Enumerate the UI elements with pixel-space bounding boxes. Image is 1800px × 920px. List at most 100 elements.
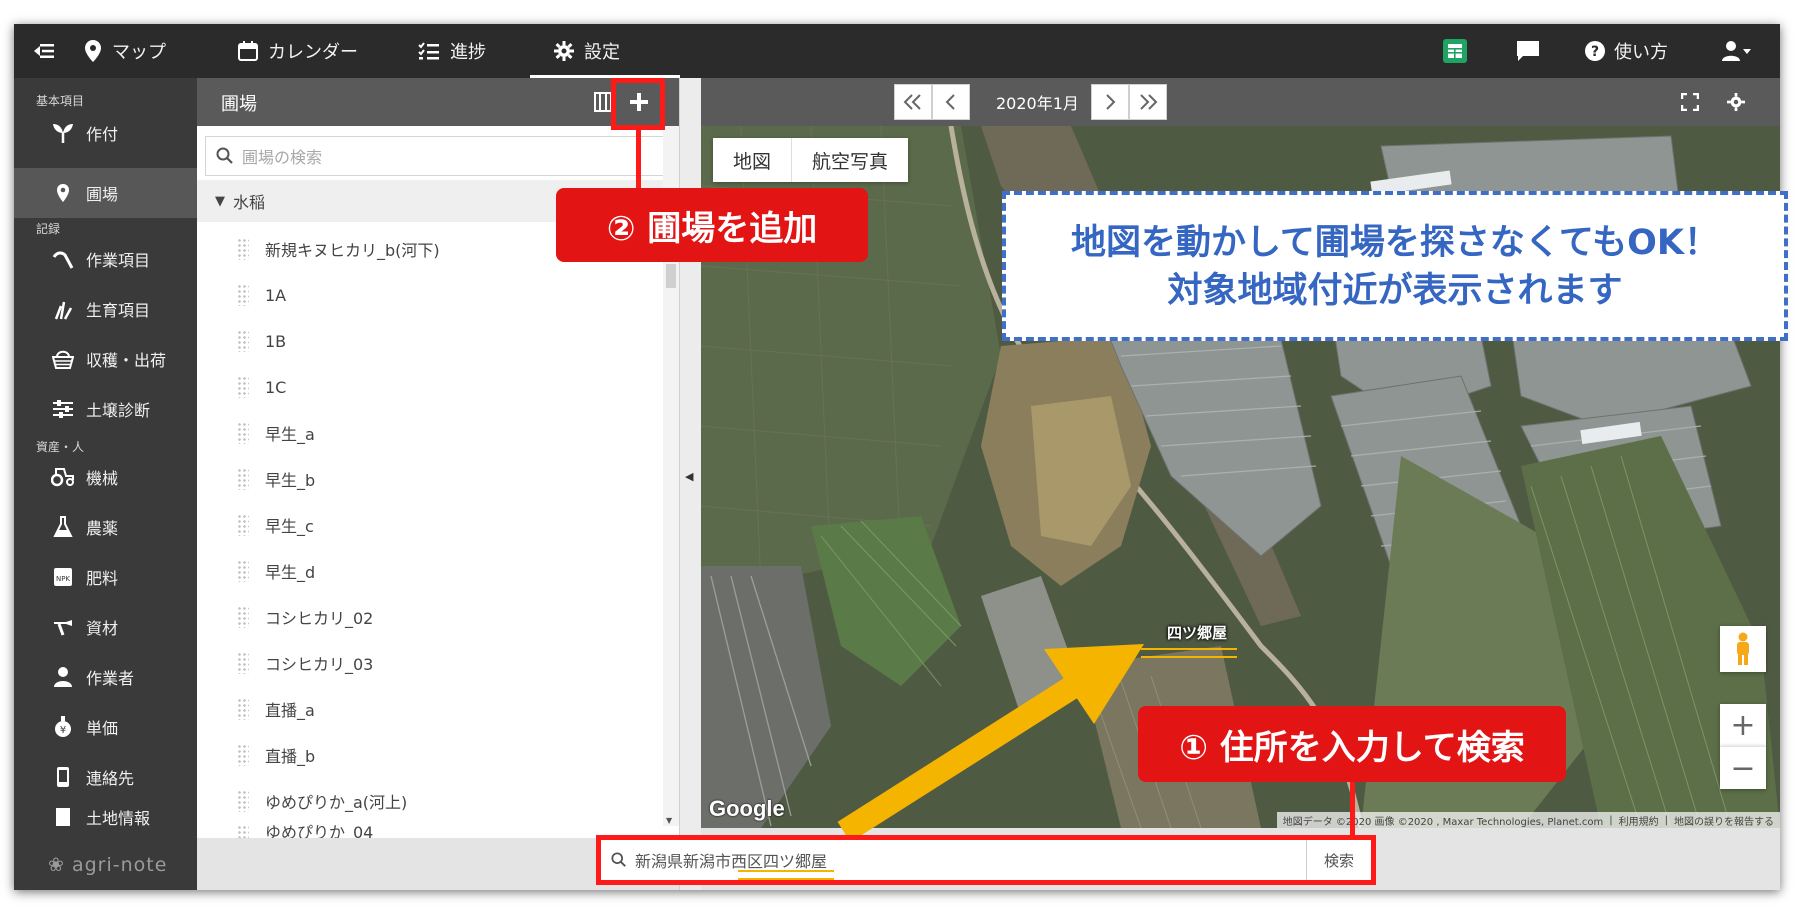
field-name: ゆめぴりか_a(河上)	[265, 793, 408, 812]
scrollbar-thumb[interactable]	[666, 264, 676, 288]
drag-handle-icon[interactable]	[237, 606, 249, 628]
step2-text: ② 圃場を追加	[606, 208, 818, 249]
drag-handle-icon[interactable]	[237, 698, 249, 720]
leaf-logo-icon: ❀	[48, 854, 65, 876]
sidebar-item-crops[interactable]: 作付	[14, 108, 197, 158]
drag-handle-icon[interactable]	[237, 330, 249, 352]
drag-handle-icon[interactable]	[237, 238, 249, 260]
list-item[interactable]: 早生_a	[197, 410, 663, 456]
list-item[interactable]: 直播_b	[197, 732, 663, 778]
sidebar-item-growth-items[interactable]: 生育項目	[14, 284, 197, 334]
hoe-icon	[50, 249, 76, 269]
next-month-button[interactable]	[1091, 84, 1129, 120]
zoom-out-button[interactable]: −	[1720, 746, 1766, 789]
help-icon: ?	[1585, 41, 1605, 61]
phone-icon	[50, 766, 76, 788]
collapse-menu-button[interactable]	[32, 24, 66, 78]
address-underline-highlight	[738, 870, 834, 880]
sidebar-item-unit-price[interactable]: ¥ 単価	[14, 702, 197, 752]
help-button[interactable]: ? 使い方	[1584, 24, 1668, 78]
drag-handle-icon[interactable]	[237, 744, 249, 766]
drag-handle-icon[interactable]	[237, 376, 249, 398]
drag-handle-icon[interactable]	[237, 560, 249, 582]
map-type-satellite[interactable]: 航空写真	[792, 138, 908, 182]
sidebar-item-pesticides[interactable]: 農薬	[14, 502, 197, 552]
sidebar: 基本項目 作付 圃場 記録 作業項目 生育項目 収穫・出荷 土壌診断 資産・人	[14, 78, 197, 890]
tab-progress[interactable]: 進捗	[418, 24, 486, 78]
sidebar-item-label: 資材	[86, 619, 119, 638]
drag-handle-icon[interactable]	[237, 284, 249, 306]
drag-handle-icon[interactable]	[237, 468, 249, 490]
drag-handle-icon[interactable]	[237, 652, 249, 674]
map-attribution: 地図データ ©2020 画像 ©2020 , Maxar Technologie…	[1282, 816, 1604, 828]
tab-settings[interactable]: 設定	[542, 24, 632, 78]
sidebar-item-work-items[interactable]: 作業項目	[14, 234, 197, 284]
place-underline-highlight	[1141, 648, 1237, 658]
map-type-roadmap[interactable]: 地図	[713, 138, 793, 182]
list-item[interactable]: コシヒカリ_03	[197, 640, 663, 686]
info-note-line2: 対象地域付近が表示されます	[1167, 271, 1623, 311]
map-settings-gear-icon[interactable]	[1727, 93, 1745, 111]
terms-link[interactable]: 利用規約	[1619, 813, 1659, 828]
next-year-button[interactable]	[1129, 84, 1167, 120]
street-view-pegman-button[interactable]	[1720, 626, 1766, 672]
prev-year-button[interactable]	[894, 84, 932, 120]
sidebar-item-machines[interactable]: 機械	[14, 452, 197, 502]
scroll-down-arrow-icon[interactable]: ▼	[666, 816, 672, 825]
map-toggle-icon[interactable]	[594, 92, 612, 112]
list-item[interactable]: 早生_d	[197, 548, 663, 594]
list-item[interactable]: 直播_a	[197, 686, 663, 732]
sidebar-item-fields[interactable]: 圃場	[14, 168, 197, 218]
messages-button[interactable]	[1516, 24, 1540, 78]
tab-calendar[interactable]: カレンダー	[238, 24, 358, 78]
list-item[interactable]: 1C	[197, 364, 663, 410]
drag-handle-icon[interactable]	[237, 824, 249, 838]
basket-icon	[50, 349, 76, 369]
map-toolbar: 2020年1月	[701, 78, 1780, 126]
zoom-in-button[interactable]: +	[1720, 704, 1766, 746]
sprout-icon	[50, 123, 76, 143]
tab-progress-label: 進捗	[450, 42, 486, 63]
spreadsheet-button[interactable]	[1443, 24, 1467, 78]
address-search-input[interactable]: 新潟県新潟市西区四ツ郷屋	[635, 848, 1235, 872]
drag-handle-icon[interactable]	[237, 514, 249, 536]
field-search-placeholder: 圃場の検索	[242, 148, 323, 167]
drag-handle-icon[interactable]	[237, 790, 249, 812]
list-item[interactable]: 1A	[197, 272, 663, 318]
sidebar-item-harvest[interactable]: 収穫・出荷	[14, 334, 197, 384]
field-search-input[interactable]: 圃場の検索	[205, 136, 665, 176]
sidebar-item-label: 土地情報	[86, 809, 151, 828]
sidebar-item-soil-diagnosis[interactable]: 土壌診断	[14, 384, 197, 434]
prev-month-button[interactable]	[932, 84, 970, 120]
sidebar-item-label: 農薬	[86, 519, 119, 538]
sidebar-item-materials[interactable]: 資材	[14, 602, 197, 652]
field-name: 1A	[265, 285, 287, 305]
address-search-button[interactable]: 検索	[1306, 840, 1371, 880]
account-menu-button[interactable]	[1721, 24, 1753, 78]
add-field-highlight-box	[611, 78, 665, 130]
list-item[interactable]: ゆめぴりか_a(河上)	[197, 778, 663, 824]
top-navigation-bar: マップ カレンダー 進捗 設定 ? 使い方	[14, 24, 1780, 78]
report-error-link[interactable]: 地図の誤りを報告する	[1674, 813, 1774, 828]
double-chevron-right-icon	[1140, 94, 1158, 110]
sidebar-item-contacts[interactable]: 連絡先	[14, 752, 197, 802]
sidebar-item-label: 土壌診断	[86, 401, 151, 420]
list-item[interactable]: 1B	[197, 318, 663, 364]
field-name: 新規キヌヒカリ_b(河下)	[265, 241, 440, 260]
sidebar-item-workers[interactable]: 作業者	[14, 652, 197, 702]
sidebar-item-land-info[interactable]: 土地情報	[14, 802, 197, 832]
tool-icon	[50, 617, 76, 637]
list-item[interactable]: ゆめぴりか_04	[197, 824, 663, 838]
gear-icon	[554, 41, 574, 61]
list-item[interactable]: コシヒカリ_02	[197, 594, 663, 640]
fullscreen-icon[interactable]	[1681, 93, 1699, 111]
drag-handle-icon[interactable]	[237, 422, 249, 444]
list-item[interactable]: 早生_c	[197, 502, 663, 548]
sidebar-item-fertilizer[interactable]: NPK 肥料	[14, 552, 197, 602]
svg-text:NPK: NPK	[56, 575, 70, 583]
flask-icon	[50, 516, 76, 538]
field-name: 早生_c	[265, 517, 314, 536]
list-item[interactable]: 早生_b	[197, 456, 663, 502]
menu-collapse-icon	[34, 44, 54, 58]
tab-map[interactable]: マップ	[84, 24, 166, 78]
